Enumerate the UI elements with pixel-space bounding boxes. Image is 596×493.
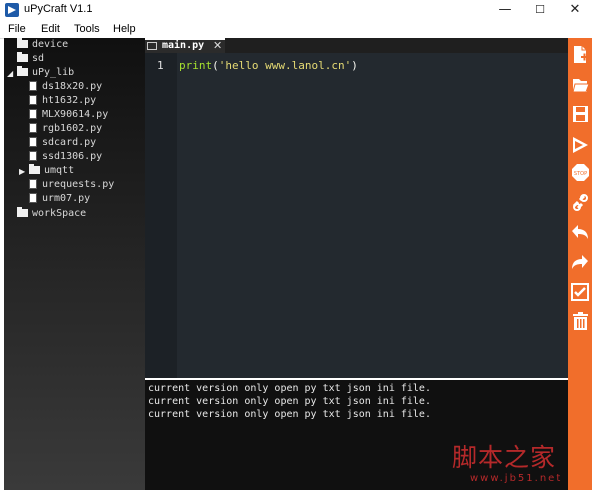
file-icon bbox=[29, 151, 37, 161]
close-button[interactable]: ✕ bbox=[558, 0, 592, 20]
collapse-arrow-icon[interactable]: ◢ bbox=[7, 69, 13, 78]
new-file-icon[interactable] bbox=[570, 44, 590, 66]
right-toolbar: STOP bbox=[568, 38, 592, 490]
tree-item-label: urm07.py bbox=[42, 193, 91, 204]
tree-item-device[interactable]: device bbox=[17, 38, 69, 53]
file-icon bbox=[29, 95, 37, 105]
tree-item-label: sd bbox=[32, 53, 45, 64]
redo-icon[interactable] bbox=[570, 252, 590, 274]
file-icon bbox=[29, 137, 37, 147]
tree-item-label: ht1632.py bbox=[42, 95, 97, 106]
tab-main-py[interactable]: main.py ✕ bbox=[145, 38, 225, 53]
tab-bar: main.py ✕ bbox=[145, 38, 568, 53]
console-line: current version only open py txt json in… bbox=[148, 409, 431, 420]
tree-item-label: ds18x20.py bbox=[42, 81, 103, 92]
expand-arrow-icon[interactable]: ▶ bbox=[19, 167, 25, 176]
tree-item-label: ssd1306.py bbox=[42, 151, 103, 162]
code-editor[interactable]: main.py ✕ 1 print('hello www.lanol.cn') bbox=[145, 38, 568, 378]
tab-close-icon[interactable]: ✕ bbox=[213, 39, 222, 52]
title-bar: uPyCraft V1.1 — ☐ ✕ bbox=[0, 0, 596, 20]
clear-icon[interactable] bbox=[570, 310, 590, 332]
file-icon bbox=[29, 123, 37, 133]
open-file-icon[interactable] bbox=[570, 74, 590, 96]
menu-file[interactable]: File bbox=[8, 23, 26, 35]
tree-item-label: umqtt bbox=[44, 165, 75, 176]
menu-bar: File Edit Tools Help bbox=[0, 20, 596, 39]
tree-item-label: device bbox=[32, 39, 69, 50]
code-paren: ( bbox=[212, 59, 219, 72]
code-function: print bbox=[179, 59, 213, 72]
code-line[interactable]: print('hello www.lanol.cn') bbox=[179, 59, 358, 72]
tree-item-sd[interactable]: sd bbox=[17, 52, 45, 67]
file-tree: device sd ◢ uPy_lib ds18x20.py ht1632.py… bbox=[4, 38, 145, 490]
tree-item-label: workSpace bbox=[32, 208, 87, 219]
console-line: current version only open py txt json in… bbox=[148, 396, 431, 407]
tree-item-file[interactable]: urequests.py bbox=[29, 179, 114, 193]
svg-text:STOP: STOP bbox=[574, 171, 587, 177]
menu-help[interactable]: Help bbox=[113, 23, 136, 35]
minimize-button[interactable]: — bbox=[488, 0, 522, 20]
stop-icon[interactable]: STOP bbox=[570, 162, 590, 184]
tree-item-file[interactable]: ds18x20.py bbox=[29, 81, 102, 95]
tree-item-label: rgb1602.py bbox=[42, 123, 103, 134]
folder-icon bbox=[17, 38, 28, 48]
folder-icon bbox=[17, 52, 28, 62]
tree-item-label: urequests.py bbox=[42, 179, 115, 190]
tree-item-workspace[interactable]: workSpace bbox=[17, 207, 87, 222]
window-title: uPyCraft V1.1 bbox=[24, 3, 93, 15]
save-icon[interactable] bbox=[570, 103, 590, 125]
tree-item-file[interactable]: MLX90614.py bbox=[29, 109, 108, 123]
file-tab-icon bbox=[147, 42, 157, 50]
syntax-check-icon[interactable] bbox=[570, 281, 590, 303]
menu-tools[interactable]: Tools bbox=[74, 23, 100, 35]
run-icon[interactable] bbox=[570, 134, 590, 156]
file-icon bbox=[29, 81, 37, 91]
tree-item-file[interactable]: ht1632.py bbox=[29, 95, 96, 109]
tree-item-file[interactable]: rgb1602.py bbox=[29, 123, 102, 137]
folder-icon bbox=[29, 164, 40, 174]
folder-icon bbox=[17, 207, 28, 217]
tree-item-label: sdcard.py bbox=[42, 137, 97, 148]
tree-item-file[interactable]: sdcard.py bbox=[29, 137, 96, 151]
maximize-button[interactable]: ☐ bbox=[523, 0, 557, 20]
tab-label: main.py bbox=[162, 40, 205, 51]
file-icon bbox=[29, 179, 37, 189]
window-border bbox=[592, 20, 596, 493]
console-line: current version only open py txt json in… bbox=[148, 383, 431, 394]
menu-edit[interactable]: Edit bbox=[41, 23, 60, 35]
watermark-url: www.jb51.net bbox=[470, 473, 563, 484]
line-number-gutter: 1 bbox=[145, 53, 177, 378]
watermark-logo: 脚本之家 bbox=[452, 443, 557, 472]
connect-icon[interactable] bbox=[570, 192, 590, 214]
tree-item-umqtt[interactable]: umqtt bbox=[29, 164, 75, 179]
app-icon bbox=[5, 3, 19, 17]
tree-item-file[interactable]: urm07.py bbox=[29, 193, 90, 207]
tree-item-label: uPy_lib bbox=[32, 67, 75, 78]
line-number: 1 bbox=[157, 59, 164, 72]
tree-item-label: MLX90614.py bbox=[42, 109, 109, 120]
file-icon bbox=[29, 193, 37, 203]
tree-item-upy-lib[interactable]: uPy_lib bbox=[17, 66, 75, 81]
code-paren: ) bbox=[351, 59, 358, 72]
code-string: 'hello www.lanol.cn' bbox=[218, 59, 352, 72]
file-icon bbox=[29, 109, 37, 119]
folder-icon bbox=[17, 66, 28, 76]
tree-item-file[interactable]: ssd1306.py bbox=[29, 151, 102, 165]
undo-icon[interactable] bbox=[570, 222, 590, 244]
